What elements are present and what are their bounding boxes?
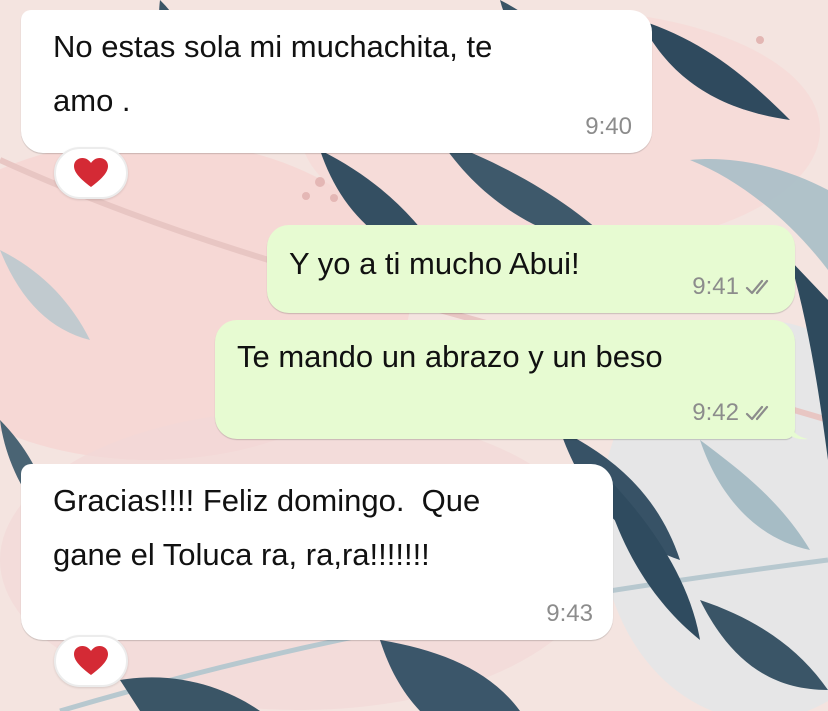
reaction-badge[interactable] <box>54 147 128 199</box>
message-time: 9:40 <box>585 113 632 140</box>
message-time: 9:43 <box>546 600 593 627</box>
red-heart-icon <box>74 158 108 187</box>
message-text: Te mando un abrazo y un beso <box>237 339 663 374</box>
double-check-icon <box>745 279 769 295</box>
bubble-tail <box>790 424 808 440</box>
message-meta: 9:43 <box>546 600 593 628</box>
red-heart-icon <box>74 646 108 675</box>
message-meta: 9:42 <box>692 399 775 427</box>
message-text: No estas sola mi muchachita, te amo . <box>53 29 493 118</box>
reaction-badge[interactable] <box>54 635 128 687</box>
message-bubble-outgoing[interactable]: Y yo a ti mucho Abui! 9:41 <box>267 225 795 313</box>
message-meta: 9:40 <box>585 113 632 141</box>
message-text: Y yo a ti mucho Abui! <box>289 246 580 281</box>
message-bubble-incoming[interactable]: Gracias!!!! Feliz domingo. Que gane el T… <box>21 464 613 640</box>
message-bubble-outgoing[interactable]: Te mando un abrazo y un beso 9:42 <box>215 320 795 439</box>
double-check-icon <box>745 405 769 421</box>
message-text: Gracias!!!! Feliz domingo. Que gane el T… <box>53 483 481 572</box>
message-time: 9:42 <box>692 399 739 426</box>
message-time: 9:41 <box>692 273 739 300</box>
message-bubble-incoming[interactable]: No estas sola mi muchachita, te amo . 9:… <box>21 10 652 153</box>
message-meta: 9:41 <box>692 273 775 301</box>
